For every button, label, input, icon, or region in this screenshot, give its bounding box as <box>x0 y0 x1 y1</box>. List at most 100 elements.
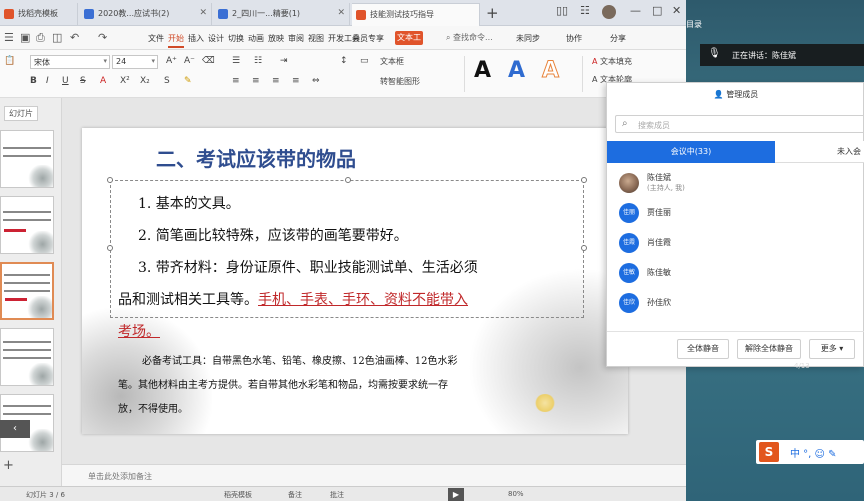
sogou-ime-logo[interactable]: S <box>759 442 779 462</box>
member-row[interactable]: 陈佳斌 (主持人, 我) <box>619 171 859 195</box>
collaborate-button[interactable]: 协作 <box>566 33 582 44</box>
text-tool-button[interactable]: 文本工 <box>395 31 423 45</box>
undo-icon[interactable]: ↶ <box>70 31 79 44</box>
maximize-icon[interactable]: □ <box>652 4 662 17</box>
comments-toggle[interactable]: 批注 <box>330 490 344 500</box>
member-row[interactable]: 佳敏 陈佳敏 <box>619 261 859 285</box>
art-style-outline[interactable]: A <box>541 58 559 84</box>
underline-icon[interactable]: U <box>62 76 69 86</box>
more-button[interactable]: 更多 ▾ <box>809 339 855 359</box>
body-note-3[interactable]: 放，不得使用。 <box>118 400 188 415</box>
text-fill-button[interactable]: A 文本填充 <box>592 56 632 67</box>
art-style-blue[interactable]: A <box>508 58 525 83</box>
decrease-font-icon[interactable]: A⁻ <box>184 56 195 66</box>
preview-icon[interactable]: ◫ <box>52 31 62 44</box>
menu-home[interactable]: 开始 <box>168 33 184 48</box>
clear-format-icon[interactable]: ⌫ <box>202 56 215 66</box>
body-note-2[interactable]: 笔。其他材料由主考方提供。若自带其他水彩笔和物品，均需按要求统一存 <box>118 376 448 391</box>
current-slide[interactable]: 二、考试应该带的物品 1. 基本的文具。 2. 简笔画比较特殊，应该带的画笔要带… <box>82 128 628 434</box>
indent-icon[interactable]: ⇥ <box>280 56 288 66</box>
directory-label[interactable]: 目录 <box>686 19 702 30</box>
paste-icon[interactable]: 📋 <box>4 56 15 66</box>
distribute-icon[interactable]: ⇔ <box>312 76 320 86</box>
theme-name[interactable]: 稻壳模板 <box>224 490 252 500</box>
body-line-5[interactable]: 考场。 <box>118 321 160 341</box>
text-box-button[interactable]: 文本框 <box>380 56 404 67</box>
menu-insert[interactable]: 插入 <box>188 33 204 44</box>
slide-thumb-4[interactable] <box>0 328 54 386</box>
resize-handle[interactable] <box>107 245 113 251</box>
member-row[interactable]: 佳欣 孙佳欣 <box>619 291 859 315</box>
close-window-icon[interactable]: ✕ <box>672 4 681 17</box>
smart-graphic-button[interactable]: 转智能图形 <box>380 76 420 87</box>
body-line-1[interactable]: 1. 基本的文具。 <box>138 193 240 213</box>
font-size-select[interactable]: 24 ▾ <box>112 55 158 69</box>
resize-handle[interactable] <box>581 245 587 251</box>
resize-handle[interactable] <box>107 177 113 183</box>
numbered-list-icon[interactable]: ☷ <box>254 56 262 66</box>
art-style-black[interactable]: A <box>474 58 491 83</box>
apps-grid-icon[interactable]: ☷ <box>580 4 590 17</box>
ime-options[interactable]: 中 °, ☺ ✎ <box>790 445 837 460</box>
tab-not-joined[interactable]: 未入会 <box>775 141 864 163</box>
member-search-input[interactable]: ⌕ 搜索成员 <box>615 115 864 133</box>
menu-file[interactable]: 文件 <box>148 33 164 44</box>
tab-in-meeting[interactable]: 会议中(33) <box>607 141 775 163</box>
align-center-icon[interactable]: ≡ <box>252 76 260 86</box>
sync-status[interactable]: 未同步 <box>516 33 540 44</box>
strikethrough-icon[interactable]: S <box>80 76 86 86</box>
body-line-2[interactable]: 2. 简笔画比较特殊，应该带的画笔要带好。 <box>138 225 408 245</box>
minimize-icon[interactable]: — <box>630 4 641 17</box>
italic-icon[interactable]: I <box>46 76 49 86</box>
thumbnail-scroll-left-icon[interactable]: ‹ <box>0 420 30 438</box>
body-line-3[interactable]: 3. 带齐材料：身份证原件、职业技能测试单、生活必须 <box>138 257 478 277</box>
menu-review[interactable]: 审阅 <box>288 33 304 44</box>
user-avatar[interactable] <box>602 5 616 19</box>
bold-icon[interactable]: B <box>30 76 37 86</box>
tab-docer-templates[interactable]: 找稻壳模板 <box>0 3 78 26</box>
slide-thumb-1[interactable] <box>0 130 54 188</box>
align-left-icon[interactable]: ≡ <box>232 76 240 86</box>
resize-handle[interactable] <box>345 177 351 183</box>
menu-member[interactable]: 会员专享 <box>352 33 384 44</box>
member-row[interactable]: 佳丽 贾佳丽 <box>619 201 859 225</box>
slide-title[interactable]: 二、考试应该带的物品 <box>156 143 356 172</box>
line-spacing-icon[interactable]: ↕ <box>340 56 348 66</box>
body-line-4[interactable]: 品和测试相关工具等。手机、手表、手环、资料不能带入 <box>118 289 468 309</box>
menu-view[interactable]: 视图 <box>308 33 324 44</box>
tab-doc-2020[interactable]: 2020教...应试书(2) ✕ <box>80 3 212 26</box>
print-icon[interactable]: ⎙ <box>36 31 45 45</box>
tab-presentation-active[interactable]: 技能测试技巧指导 <box>352 3 480 26</box>
menu-design[interactable]: 设计 <box>208 33 224 44</box>
body-note-1[interactable]: 必备考试工具：自带黑色水笔、铅笔、橡皮擦、12色油画棒、12色水彩 <box>142 352 457 367</box>
menu-animation[interactable]: 动画 <box>248 33 264 44</box>
tab-doc-sichuan[interactable]: 2_四川一...精要(1) ✕ <box>214 3 350 26</box>
close-icon[interactable]: ✕ <box>199 8 207 18</box>
thumbnails-tab[interactable]: 幻灯片 <box>4 106 38 121</box>
font-color-icon[interactable]: A <box>100 76 106 86</box>
superscript-icon[interactable]: X² <box>120 76 130 86</box>
slide-thumb-2[interactable] <box>0 196 54 254</box>
play-slideshow-icon[interactable]: ▶ <box>448 488 464 501</box>
close-icon[interactable]: ✕ <box>337 8 345 18</box>
member-row[interactable]: 佳霞 肖佳霞 <box>619 231 859 255</box>
save-icon[interactable]: ▣ <box>20 31 30 44</box>
zoom-level[interactable]: 80% <box>508 490 524 498</box>
bullet-list-icon[interactable]: ☰ <box>232 56 240 66</box>
notes-pane[interactable]: 单击此处添加备注 <box>62 464 686 486</box>
align-right-icon[interactable]: ≡ <box>272 76 280 86</box>
add-slide-plus-icon[interactable]: + <box>3 458 14 473</box>
notes-toggle[interactable]: 备注 <box>288 490 302 500</box>
menu-slideshow[interactable]: 放映 <box>268 33 284 44</box>
slide-thumb-3-selected[interactable] <box>0 262 54 320</box>
unmute-all-button[interactable]: 解除全体静音 <box>737 339 801 359</box>
resize-handle[interactable] <box>581 177 587 183</box>
increase-font-icon[interactable]: A⁺ <box>166 56 177 66</box>
shadow-icon[interactable]: S <box>164 76 170 86</box>
font-name-select[interactable]: 宋体 ▾ <box>30 55 110 69</box>
highlight-icon[interactable]: ✎ <box>184 76 192 86</box>
mute-all-button[interactable]: 全体静音 <box>677 339 729 359</box>
new-tab-plus-icon[interactable]: + <box>486 4 499 22</box>
subscript-icon[interactable]: X₂ <box>140 76 150 86</box>
layout-icon[interactable]: ▯▯ <box>556 4 568 17</box>
